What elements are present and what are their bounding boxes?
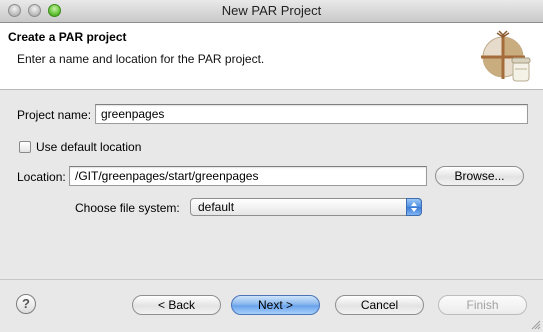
use-default-location-checkbox[interactable] [19, 141, 31, 153]
location-field[interactable]: /GIT/greenpages/start/greenpages [69, 166, 427, 186]
file-system-label: Choose file system: [75, 201, 180, 215]
browse-button[interactable]: Browse... [435, 166, 524, 186]
new-par-project-dialog: New PAR Project Create a PAR project Ent… [0, 0, 543, 332]
cancel-button[interactable]: Cancel [335, 295, 424, 315]
window-title: New PAR Project [221, 3, 322, 18]
next-button[interactable]: Next > [231, 295, 320, 315]
project-name-field[interactable]: greenpages [95, 104, 528, 124]
finish-button[interactable]: Finish [438, 295, 527, 315]
select-arrows-icon [406, 198, 422, 216]
title-bar[interactable]: New PAR Project [0, 0, 543, 23]
help-icon[interactable]: ? [16, 294, 36, 314]
par-project-wizard-icon [481, 30, 531, 82]
location-label: Location: [17, 170, 66, 184]
footer-divider [0, 279, 543, 280]
resize-grip-icon[interactable] [531, 320, 541, 330]
project-name-label: Project name: [17, 108, 92, 122]
wizard-banner: Create a PAR project Enter a name and lo… [0, 23, 543, 90]
file-system-value: default [198, 200, 235, 214]
file-system-select[interactable]: default [190, 198, 422, 216]
back-button[interactable]: < Back [132, 295, 221, 315]
banner-description: Enter a name and location for the PAR pr… [17, 52, 265, 66]
banner-title: Create a PAR project [8, 30, 127, 44]
use-default-location-label: Use default location [36, 140, 142, 154]
